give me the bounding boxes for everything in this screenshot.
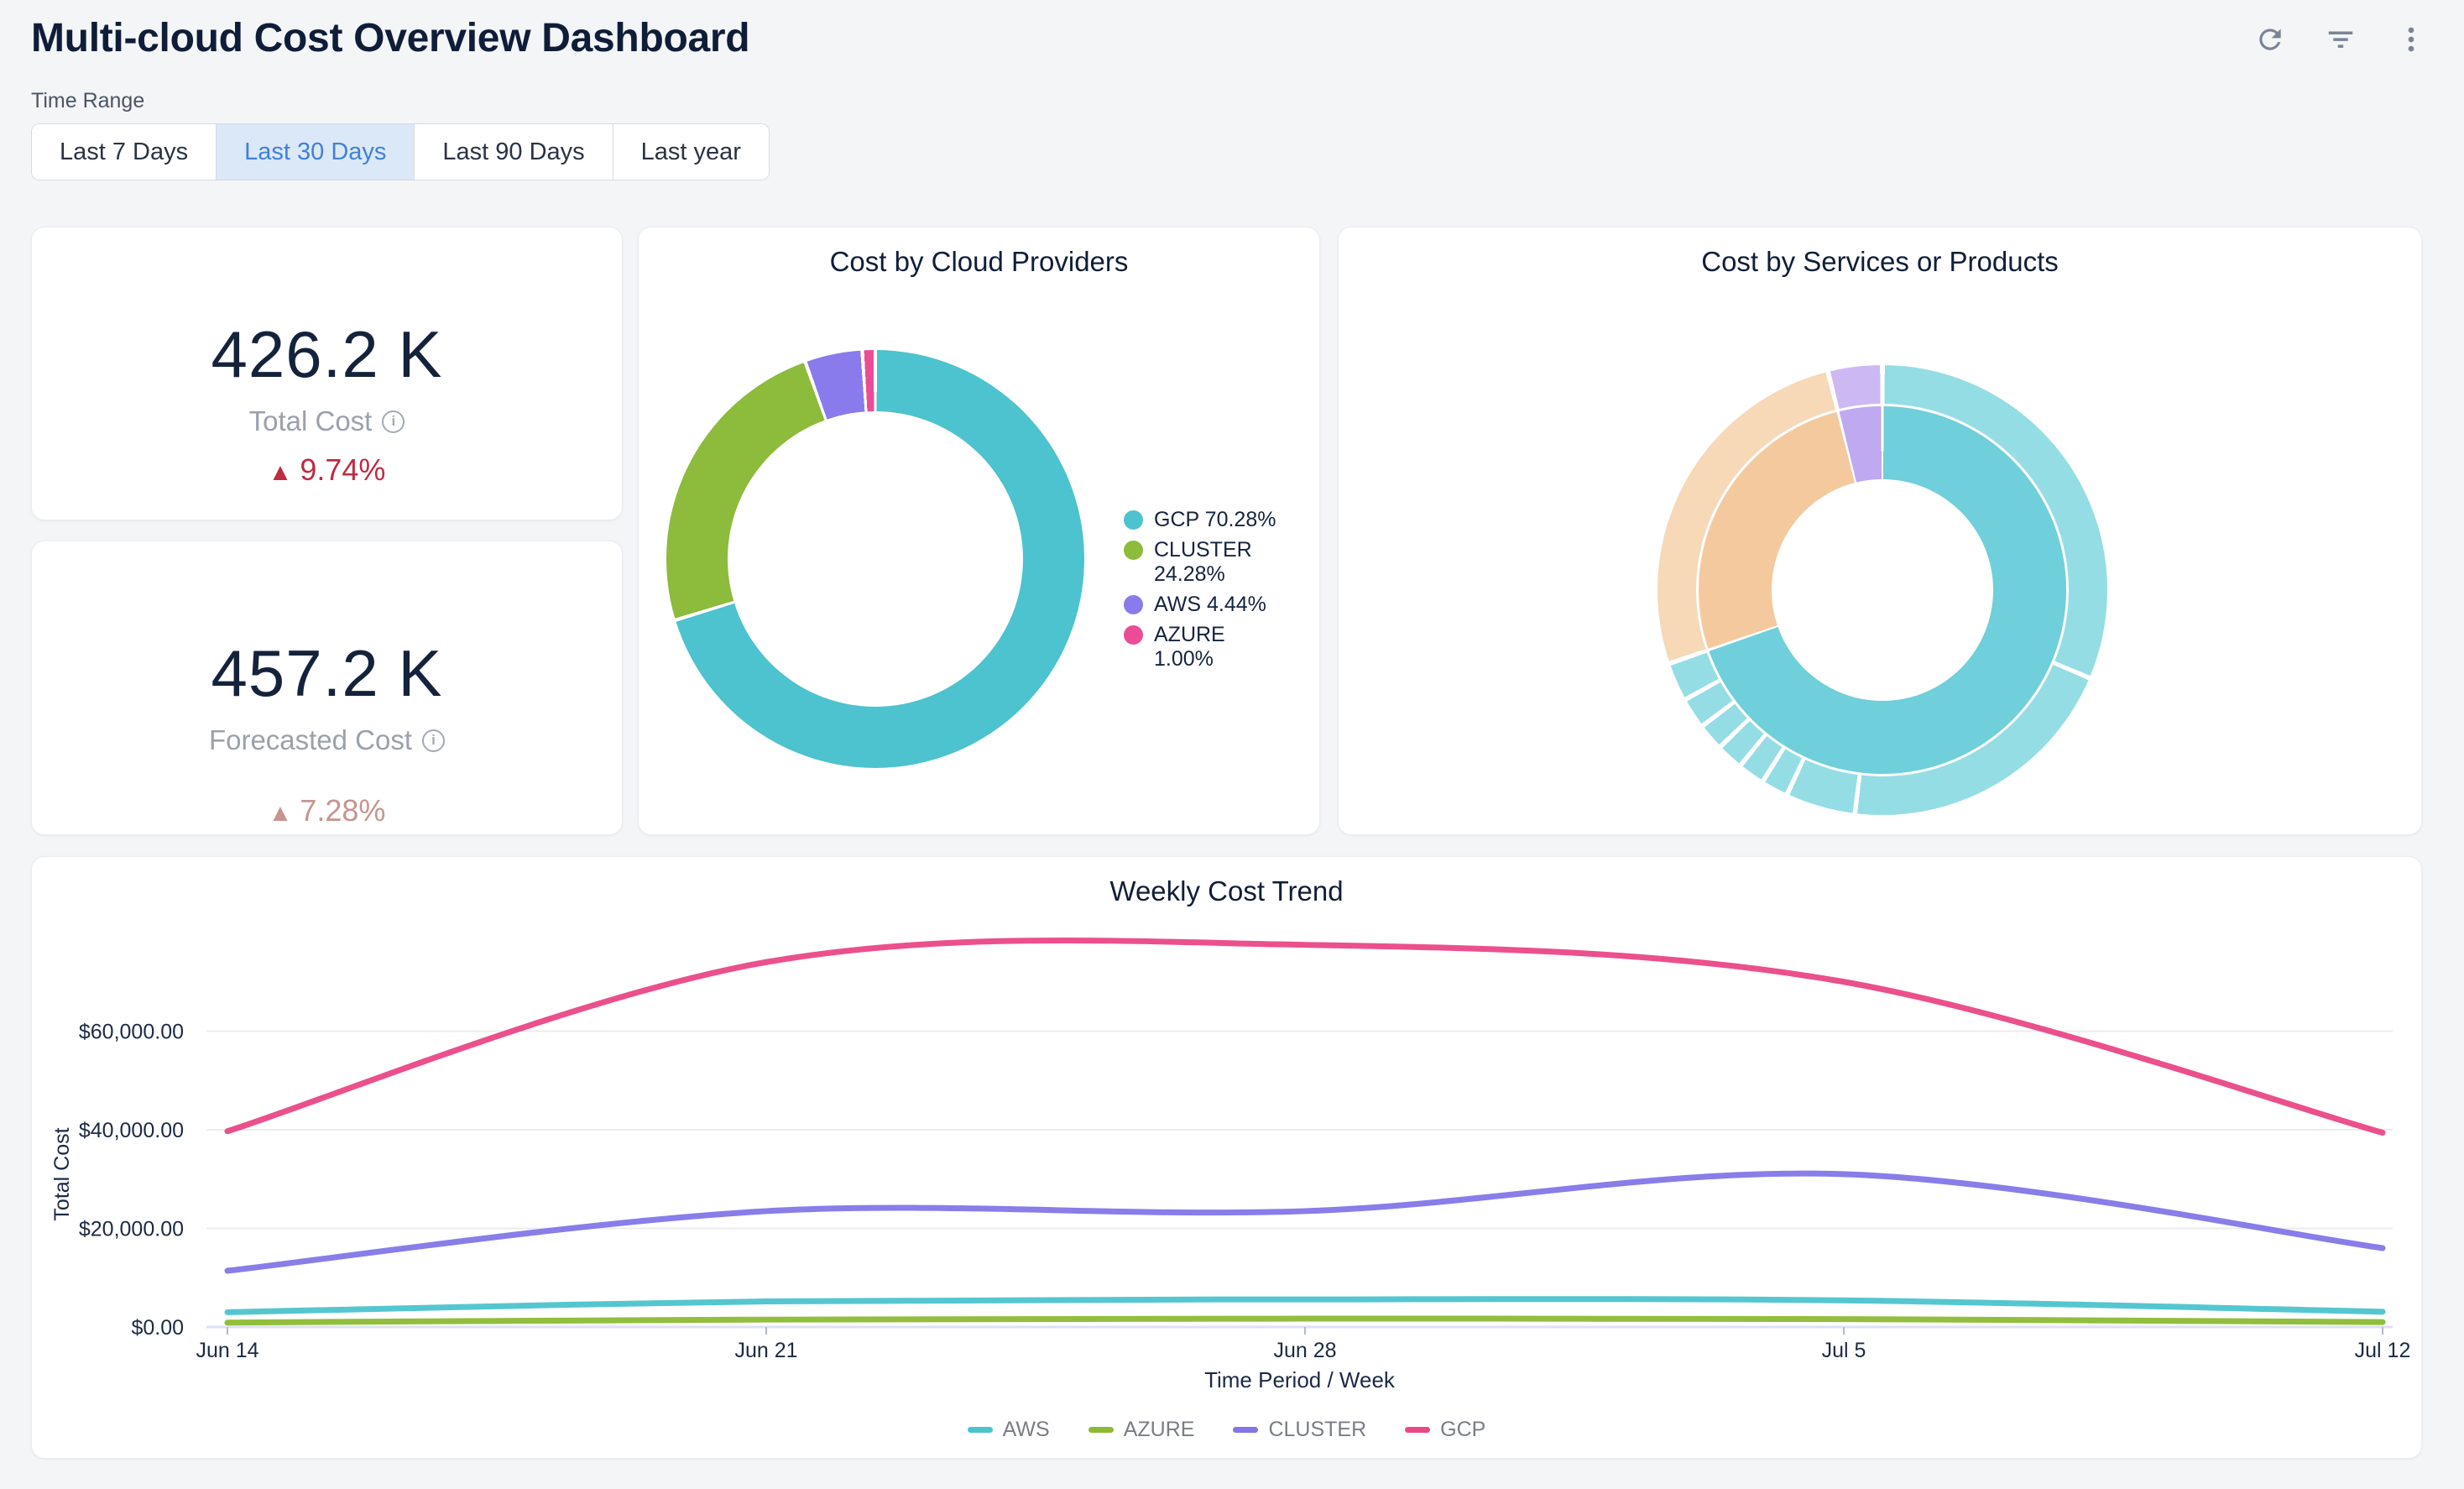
legend-item-aws[interactable]: AWS 4.44% [1124, 593, 1285, 617]
info-icon[interactable] [422, 729, 445, 752]
series-line-aws [227, 1299, 2383, 1313]
x-tick-label: Jun 14 [196, 1339, 258, 1362]
time-range-label: Time Range [31, 89, 144, 113]
refresh-button[interactable] [2251, 20, 2289, 59]
y-tick-label: $40,000.00 [79, 1119, 184, 1142]
legend-item-cluster[interactable]: CLUSTER 24.28% [1124, 538, 1285, 587]
sunburst-hole [1772, 479, 1993, 701]
trend-legend-item-aws[interactable]: AWS [968, 1418, 1050, 1442]
x-axis-title: Time Period / Week [206, 1367, 2393, 1393]
x-tick-label: Jun 21 [734, 1339, 797, 1362]
cost-by-services-title: Cost by Services or Products [1339, 246, 2421, 278]
forecasted-cost-delta: ▲7.28% [32, 793, 622, 828]
time-range-option-last-year[interactable]: Last year [613, 124, 769, 180]
trend-legend-item-cluster[interactable]: CLUSTER [1233, 1418, 1366, 1442]
info-icon[interactable] [382, 410, 405, 433]
series-line-gcp [227, 940, 2383, 1132]
azure-legend-dash [1088, 1427, 1114, 1433]
total-cost-card: 426.2 K Total Cost ▲9.74% [31, 227, 623, 520]
series-line-azure [227, 1319, 2383, 1323]
trend-legend-item-azure[interactable]: AZURE [1088, 1418, 1195, 1442]
page-title: Multi-cloud Cost Overview Dashboard [31, 15, 749, 61]
more-vertical-icon [2395, 24, 2427, 55]
x-tick-label: Jun 28 [1273, 1339, 1336, 1362]
forecasted-cost-label: Forecasted Cost [209, 724, 412, 756]
services-sunburst-chart[interactable] [1657, 365, 2107, 815]
filter-icon [2325, 24, 2357, 55]
cost-by-cloud-providers-panel: Cost by Cloud Providers GCP 70.28% CLUST… [638, 227, 1320, 835]
filter-button[interactable] [2321, 20, 2360, 59]
trend-legend-item-gcp[interactable]: GCP [1405, 1418, 1485, 1442]
series-line-cluster [227, 1173, 2383, 1271]
y-tick-label: $60,000.00 [79, 1021, 184, 1044]
aws-legend-dot [1124, 595, 1143, 614]
legend-item-azure[interactable]: AZURE 1.00% [1124, 623, 1285, 671]
header-actions [2251, 20, 2430, 59]
time-range-option-last-7-days[interactable]: Last 7 Days [32, 124, 216, 180]
triangle-up-icon: ▲ [269, 800, 293, 827]
weekly-cost-trend-panel: Weekly Cost Trend Jun 14 Jun 21 Jun 28 Jul … [31, 856, 2422, 1459]
cluster-legend-dash [1233, 1427, 1258, 1433]
time-range-group: Last 7 Days Last 30 Days Last 90 Days La… [31, 123, 770, 180]
forecasted-cost-label-row: Forecasted Cost [32, 724, 622, 756]
aws-legend-dash [968, 1427, 993, 1433]
gcp-legend-dot [1124, 510, 1143, 530]
y-tick-label: $0.00 [131, 1316, 184, 1340]
legend-item-gcp[interactable]: GCP 70.28% [1124, 508, 1285, 532]
donut-hole [728, 411, 1023, 707]
total-cost-label: Total Cost [249, 405, 373, 437]
trend-legend: AWS AZURE CLUSTER GCP [32, 1418, 2421, 1442]
cost-by-services-panel: Cost by Services or Products [1338, 227, 2422, 835]
cloud-providers-donut-chart[interactable] [666, 350, 1084, 768]
time-range-option-last-30-days[interactable]: Last 30 Days [216, 124, 414, 180]
cluster-legend-dot [1124, 541, 1143, 560]
x-tick-label: Jul 5 [1822, 1339, 1866, 1362]
y-axis-title: Total Cost [50, 1127, 74, 1220]
weekly-cost-trend-chart[interactable]: Jun 14 Jun 21 Jun 28 Jul 5 Jul 12 $0.00 $20,00… [32, 916, 2423, 1373]
total-cost-label-row: Total Cost [32, 405, 622, 437]
azure-legend-dot [1124, 625, 1143, 645]
donut-legend: GCP 70.28% CLUSTER 24.28% AWS 4.44% AZUR… [1124, 508, 1285, 677]
triangle-up-icon: ▲ [269, 459, 293, 486]
forecasted-cost-card: 457.2 K Forecasted Cost ▲7.28% [31, 541, 623, 835]
y-tick-label: $20,000.00 [79, 1218, 184, 1241]
weekly-cost-trend-title: Weekly Cost Trend [32, 875, 2421, 907]
forecasted-cost-value: 457.2 K [32, 640, 622, 706]
more-menu-button[interactable] [2392, 20, 2430, 59]
refresh-icon [2254, 24, 2286, 55]
total-cost-value: 426.2 K [32, 321, 622, 387]
x-tick-label: Jul 12 [2355, 1339, 2411, 1362]
time-range-option-last-90-days[interactable]: Last 90 Days [414, 124, 612, 180]
cost-by-cloud-providers-title: Cost by Cloud Providers [639, 246, 1319, 278]
total-cost-delta: ▲9.74% [32, 452, 622, 488]
gcp-legend-dash [1405, 1427, 1430, 1433]
